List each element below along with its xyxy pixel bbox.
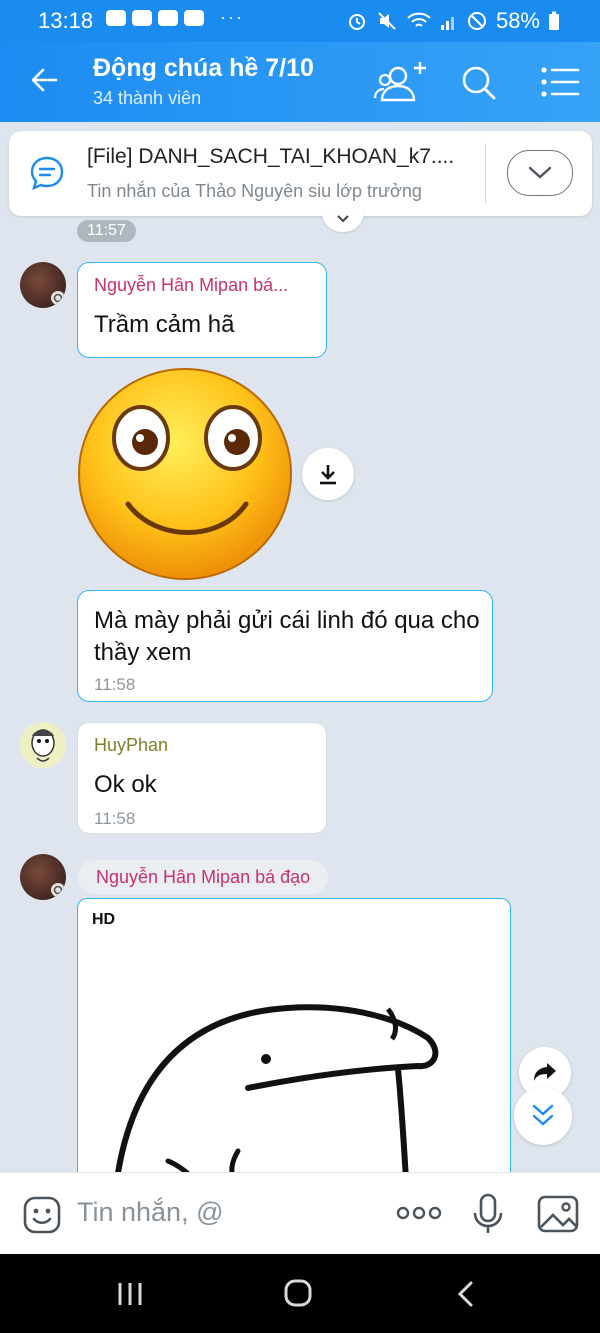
menu-icon[interactable] [540, 66, 580, 98]
wifi-icon [407, 12, 431, 27]
mute-icon [378, 12, 396, 30]
avatar[interactable] [20, 722, 66, 768]
time-chip: 11:57 [77, 220, 136, 242]
cartoon-avatar-icon [20, 722, 66, 768]
message-bubble[interactable]: HuyPhan Ok ok 11:58 [77, 722, 327, 834]
jump-to-pinned-button[interactable] [322, 212, 364, 232]
chat-header: Động chúa hề 7/10 34 thành viên [0, 42, 600, 122]
message-input-bar: Tin nhắn, @ [0, 1172, 600, 1255]
more-notifications: ··· [220, 7, 244, 27]
battery-icon [549, 11, 559, 30]
image-message[interactable]: HD [77, 898, 511, 1198]
mic-icon[interactable] [472, 1193, 504, 1235]
notification-icons: ··· [106, 7, 244, 27]
sticker-icon[interactable] [22, 1195, 62, 1235]
download-button[interactable] [302, 448, 354, 500]
message-time: 11:58 [94, 675, 136, 694]
add-member-icon[interactable] [372, 60, 428, 104]
smiley-sticker[interactable] [76, 366, 296, 584]
zalo-notification-icon [106, 10, 126, 26]
pinned-subtitle: Tin nhắn của Thảo Nguyên siu lớp trưởng [87, 181, 422, 201]
avatar[interactable] [20, 854, 66, 900]
avatar[interactable] [20, 262, 66, 308]
member-count[interactable]: 34 thành viên [93, 88, 201, 109]
nav-back-icon[interactable] [456, 1280, 476, 1308]
chevron-down-icon [337, 215, 349, 223]
message-bubble[interactable]: Nguyễn Hân Mipan bá... Trầm cảm hã [77, 262, 327, 358]
download-icon [320, 465, 336, 485]
nav-recents-icon[interactable] [116, 1281, 144, 1307]
group-title[interactable]: Động chúa hề 7/10 [93, 54, 314, 83]
expand-pinned-button[interactable] [507, 150, 573, 196]
system-nav-bar [0, 1254, 600, 1333]
scroll-to-bottom-button[interactable] [514, 1087, 572, 1145]
nav-home-icon[interactable] [283, 1278, 313, 1308]
signal-icon [440, 17, 454, 30]
game-notification-icon [132, 10, 152, 26]
dnd-icon [467, 12, 486, 30]
message-bubble[interactable]: Mà mày phải gửi cái linh đó qua cho thầy… [77, 590, 493, 702]
pinned-message[interactable]: [File] DANH_SACH_TAI_KHOAN_k7.... Tin nh… [9, 131, 592, 216]
chat-bubble-icon [30, 156, 64, 191]
pinned-title: [File] DANH_SACH_TAI_KHOAN_k7.... [87, 145, 455, 168]
message-text: Mà mày phải gửi cái linh đó qua cho thầy… [94, 607, 480, 666]
sender-name[interactable]: Nguyễn Hân Mipan bá... [94, 275, 288, 296]
more-options-icon[interactable] [396, 1205, 442, 1221]
search-icon[interactable] [460, 64, 498, 102]
message-text: Ok ok [94, 771, 157, 798]
battery-percent: 58% [495, 8, 540, 33]
youtube-notification-icon-2 [184, 10, 204, 26]
system-indicators: 58% [346, 8, 560, 34]
sender-name[interactable]: HuyPhan [94, 735, 168, 756]
chevron-down-icon [528, 166, 552, 179]
divider [485, 143, 486, 203]
status-bar: 13:18 ··· 58% [0, 0, 600, 42]
forward-icon [534, 1063, 556, 1081]
back-arrow-icon[interactable] [26, 62, 62, 98]
message-text: Trầm cảm hã [94, 311, 235, 338]
image-icon[interactable] [536, 1193, 580, 1235]
youtube-notification-icon [158, 10, 178, 26]
alarm-icon [348, 14, 365, 30]
avatar-badge-icon [51, 291, 65, 305]
scroll-down-icon [532, 1104, 554, 1126]
sender-chip[interactable]: Nguyễn Hân Mipan bá đạo [78, 860, 329, 894]
drawing-image [115, 1004, 439, 1184]
avatar-badge-icon [51, 883, 65, 897]
message-time: 11:58 [94, 809, 136, 828]
status-time: 13:18 [38, 8, 94, 33]
sender-name[interactable]: Nguyễn Hân Mipan bá đạo [96, 867, 310, 888]
message-input[interactable]: Tin nhắn, @ [77, 1197, 223, 1228]
